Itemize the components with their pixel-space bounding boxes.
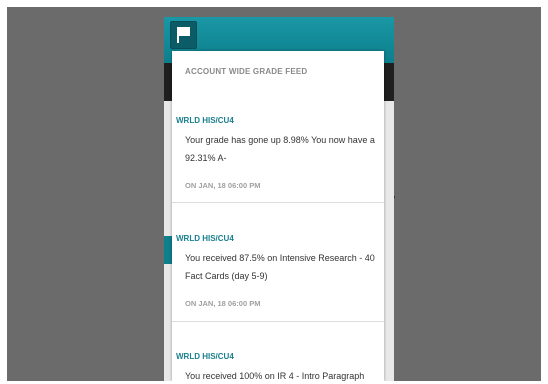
popup-caret [180, 51, 194, 52]
course-label[interactable]: WRLD HIS/CU4 [176, 116, 234, 125]
divider [172, 202, 384, 203]
feed-header: ACCOUNT WIDE GRADE FEED [185, 67, 308, 76]
course-label[interactable]: WRLD HIS/CU4 [176, 234, 234, 243]
flag-icon [177, 27, 190, 43]
feed-message: You received 100% on IR 4 - Intro Paragr… [185, 371, 365, 381]
feed-message: Your grade has gone up 8.98% You now hav… [185, 135, 375, 163]
feed-date: ON JAN, 18 06:00 PM [185, 299, 261, 308]
notifications-button[interactable] [170, 21, 197, 49]
feed-date: ON JAN, 18 06:00 PM [185, 181, 261, 190]
feed-item[interactable]: WRLD HIS/CU4 Your grade has gone up 8.98… [172, 111, 384, 203]
background-accent [164, 236, 172, 264]
backdrop: ACCOUNT WIDE GRADE FEED WRLD HIS/CU4 You… [7, 7, 541, 381]
feed-item[interactable]: WRLD HIS/CU4 You received 100% on IR 4 -… [172, 347, 384, 381]
screen: ACCOUNT WIDE GRADE FEED WRLD HIS/CU4 You… [0, 0, 548, 384]
feed-item[interactable]: WRLD HIS/CU4 You received 87.5% on Inten… [172, 229, 384, 321]
divider [172, 321, 384, 322]
grade-feed-popup: ACCOUNT WIDE GRADE FEED WRLD HIS/CU4 You… [172, 51, 384, 381]
course-label[interactable]: WRLD HIS/CU4 [176, 352, 234, 361]
app-window: ACCOUNT WIDE GRADE FEED WRLD HIS/CU4 You… [164, 17, 394, 381]
feed-message: You received 87.5% on Intensive Research… [185, 253, 375, 281]
